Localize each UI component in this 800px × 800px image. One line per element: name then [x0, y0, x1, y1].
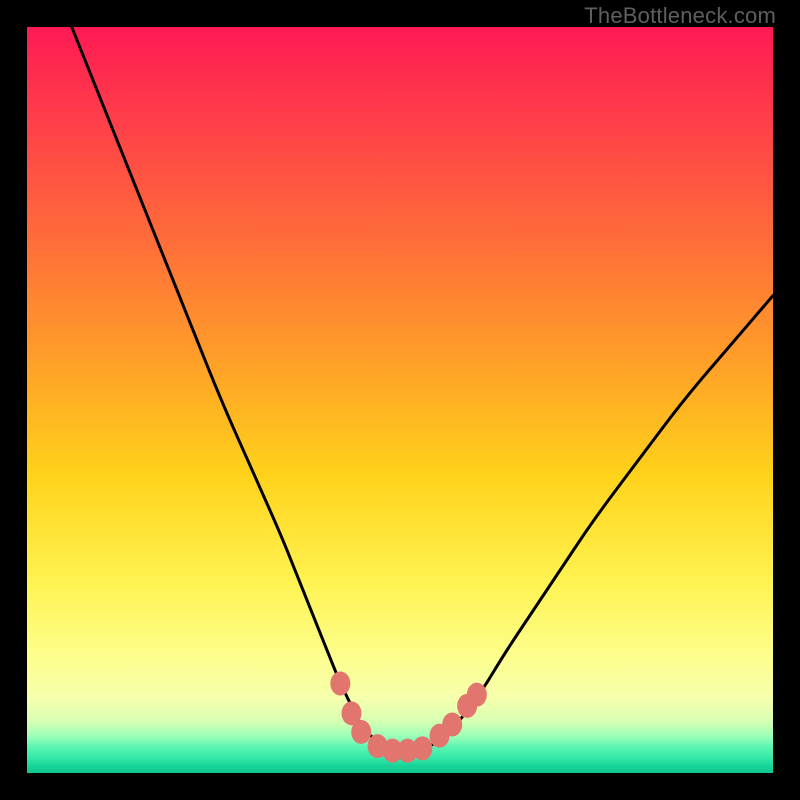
bottleneck-curve: [72, 27, 773, 751]
curve-marker: [351, 720, 371, 744]
plot-area: [27, 27, 773, 773]
curve-marker: [467, 683, 487, 707]
curve-marker: [412, 736, 432, 760]
chart-frame: TheBottleneck.com: [0, 0, 800, 800]
curve-marker: [330, 671, 350, 695]
attribution-label: TheBottleneck.com: [584, 3, 776, 29]
curve-layer: [27, 27, 773, 773]
curve-marker: [442, 713, 462, 737]
